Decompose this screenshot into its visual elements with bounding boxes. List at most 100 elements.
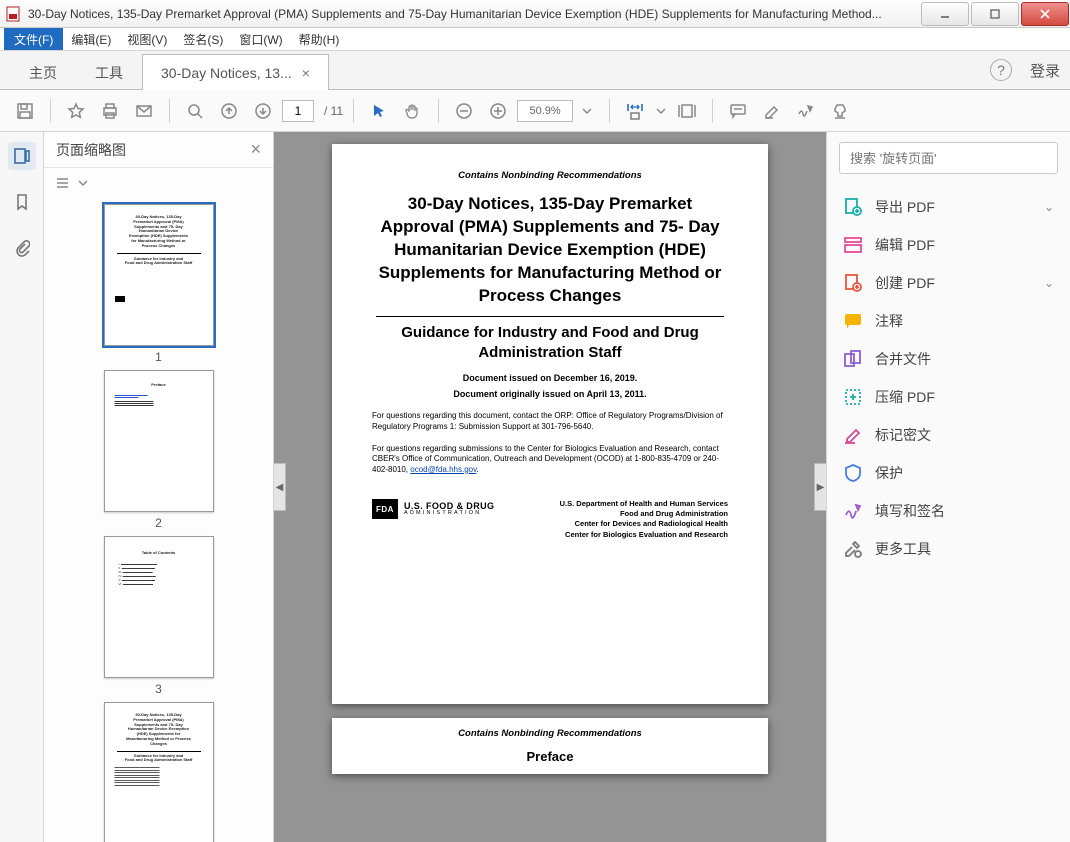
- help-icon[interactable]: ?: [990, 59, 1012, 81]
- minimize-button[interactable]: [921, 2, 969, 26]
- thumbnail-1[interactable]: 30-Day Notices, 135-DayPremarket Approva…: [44, 204, 273, 364]
- zoom-in-icon[interactable]: [483, 96, 513, 126]
- tool-create-pdf[interactable]: 创建 PDF⌄: [827, 264, 1070, 302]
- document-subtitle: Guidance for Industry and Food and Drug …: [372, 323, 728, 364]
- close-tab-icon[interactable]: ×: [302, 65, 310, 81]
- close-button[interactable]: [1021, 2, 1069, 26]
- redact-icon: [843, 425, 863, 445]
- maximize-button[interactable]: [971, 2, 1019, 26]
- stamp-icon[interactable]: [825, 96, 855, 126]
- left-rail: [0, 132, 44, 842]
- tab-home[interactable]: 主页: [10, 54, 76, 90]
- menu-help[interactable]: 帮助(H): [291, 28, 348, 50]
- main-area: 页面缩略图 × 30-Day Notices, 135-DayPremarket…: [0, 132, 1070, 842]
- menu-sign[interactable]: 签名(S): [175, 28, 231, 50]
- menu-file[interactable]: 文件(F): [4, 28, 63, 50]
- search-icon[interactable]: [180, 96, 210, 126]
- issued-date: Document issued on December 16, 2019.: [372, 373, 728, 383]
- page-total: / 11: [324, 104, 343, 118]
- next-page-icon[interactable]: [248, 96, 278, 126]
- zoom-dropdown-icon[interactable]: [579, 96, 595, 126]
- thumbnail-options[interactable]: [44, 168, 273, 198]
- nonbinding-header-2: Contains Nonbinding Recommendations: [372, 728, 728, 739]
- thumbnail-3[interactable]: Table of ContentsI. ▬▬▬▬▬▬▬▬▬▬▬▬II. ▬▬▬▬…: [44, 536, 273, 696]
- preface-heading: Preface: [372, 749, 728, 764]
- thumbnail-2-label: 2: [155, 516, 162, 530]
- print-icon[interactable]: [95, 96, 125, 126]
- tool-comment[interactable]: 注释: [827, 302, 1070, 340]
- close-thumbnails-icon[interactable]: ×: [250, 139, 261, 160]
- title-rule: [376, 316, 724, 317]
- thumbnail-panel-header: 页面缩略图 ×: [44, 132, 273, 168]
- fit-width-icon[interactable]: [620, 96, 650, 126]
- create-pdf-icon: [843, 273, 863, 293]
- tab-strip: 主页 工具 30-Day Notices, 13... × ? 登录: [0, 50, 1070, 90]
- tool-protect[interactable]: 保护: [827, 454, 1070, 492]
- toolbar: / 11 50.9%: [0, 90, 1070, 132]
- mail-icon[interactable]: [129, 96, 159, 126]
- right-tools-panel: 导出 PDF⌄ 编辑 PDF 创建 PDF⌄ 注释 合并文件 压缩 PDF 标记…: [826, 132, 1070, 842]
- tab-tools[interactable]: 工具: [76, 54, 142, 90]
- fda-mark: FDA: [372, 499, 398, 519]
- pointer-icon[interactable]: [364, 96, 394, 126]
- right-search: [827, 132, 1070, 182]
- thumbnail-list: 30-Day Notices, 135-DayPremarket Approva…: [44, 198, 273, 842]
- menu-bar: 文件(F) 编辑(E) 视图(V) 签名(S) 窗口(W) 帮助(H): [0, 28, 1070, 50]
- zoom-value[interactable]: 50.9%: [517, 100, 573, 122]
- page-1: Contains Nonbinding Recommendations 30-D…: [332, 144, 768, 704]
- edit-pdf-icon: [843, 235, 863, 255]
- sign-tool-icon[interactable]: [791, 96, 821, 126]
- attachments-rail-icon[interactable]: [8, 234, 36, 262]
- tool-more[interactable]: 更多工具: [827, 530, 1070, 568]
- tool-fill-sign[interactable]: 填写和签名: [827, 492, 1070, 530]
- contact-email-link[interactable]: ocod@fda.hhs.gov: [410, 465, 476, 474]
- page-footer: FDA U.S. FOOD & DRUGADMINISTRATION U.S. …: [372, 499, 728, 540]
- fit-dropdown-icon[interactable]: [654, 96, 668, 126]
- thumbnail-4[interactable]: 30-Day Notices, 135-DayPremarket Approva…: [44, 702, 273, 842]
- nonbinding-header: Contains Nonbinding Recommendations: [372, 170, 728, 181]
- highlight-icon[interactable]: [757, 96, 787, 126]
- hand-icon[interactable]: [398, 96, 428, 126]
- thumbnail-panel: 页面缩略图 × 30-Day Notices, 135-DayPremarket…: [44, 132, 274, 842]
- thumbnail-2[interactable]: Preface▬▬▬▬▬▬▬▬▬▬▬▬▬▬▬▬▬▬▬▬▬▬▬▬▬▬▬▬▬▬▬▬▬…: [44, 370, 273, 530]
- department-block: U.S. Department of Health and Human Serv…: [560, 499, 728, 540]
- page-number-input[interactable]: [282, 100, 314, 122]
- thumbnails-rail-icon[interactable]: [8, 142, 36, 170]
- thumbnail-panel-title: 页面缩略图: [56, 140, 126, 160]
- login-button[interactable]: 登录: [1030, 60, 1060, 81]
- page-display-icon[interactable]: [672, 96, 702, 126]
- chevron-down-icon: ⌄: [1044, 276, 1054, 290]
- tab-document[interactable]: 30-Day Notices, 13... ×: [142, 54, 329, 90]
- tool-export-pdf[interactable]: 导出 PDF⌄: [827, 188, 1070, 226]
- tool-compress[interactable]: 压缩 PDF: [827, 378, 1070, 416]
- fda-text: U.S. FOOD & DRUGADMINISTRATION: [404, 502, 494, 517]
- tool-edit-pdf[interactable]: 编辑 PDF: [827, 226, 1070, 264]
- window-title: 30-Day Notices, 135-Day Premarket Approv…: [28, 7, 920, 21]
- zoom-out-icon[interactable]: [449, 96, 479, 126]
- collapse-left-icon[interactable]: ◀: [274, 463, 286, 511]
- menu-view[interactable]: 视图(V): [119, 28, 175, 50]
- page-2: Contains Nonbinding Recommendations Pref…: [332, 718, 768, 774]
- tool-redact[interactable]: 标记密文: [827, 416, 1070, 454]
- bookmarks-rail-icon[interactable]: [8, 188, 36, 216]
- combine-icon: [843, 349, 863, 369]
- original-date: Document originally issued on April 13, …: [372, 389, 728, 399]
- document-viewer[interactable]: ◀ ▶ Contains Nonbinding Recommendations …: [274, 132, 826, 842]
- fda-logo: FDA U.S. FOOD & DRUGADMINISTRATION: [372, 499, 494, 519]
- prev-page-icon[interactable]: [214, 96, 244, 126]
- comment-tool-icon: [843, 311, 863, 331]
- tool-list: 导出 PDF⌄ 编辑 PDF 创建 PDF⌄ 注释 合并文件 压缩 PDF 标记…: [827, 182, 1070, 574]
- menu-edit[interactable]: 编辑(E): [63, 28, 119, 50]
- comment-icon[interactable]: [723, 96, 753, 126]
- collapse-right-icon[interactable]: ▶: [814, 463, 826, 511]
- save-icon[interactable]: [10, 96, 40, 126]
- thumbnail-1-label: 1: [155, 350, 162, 364]
- chevron-down-icon: ⌄: [1044, 200, 1054, 214]
- menu-window[interactable]: 窗口(W): [231, 28, 290, 50]
- tools-search-input[interactable]: [839, 142, 1058, 174]
- contact-text-1: For questions regarding this document, c…: [372, 411, 728, 432]
- document-title: 30-Day Notices, 135-Day Premarket Approv…: [372, 193, 728, 308]
- tool-combine[interactable]: 合并文件: [827, 340, 1070, 378]
- thumbnail-3-label: 3: [155, 682, 162, 696]
- star-icon[interactable]: [61, 96, 91, 126]
